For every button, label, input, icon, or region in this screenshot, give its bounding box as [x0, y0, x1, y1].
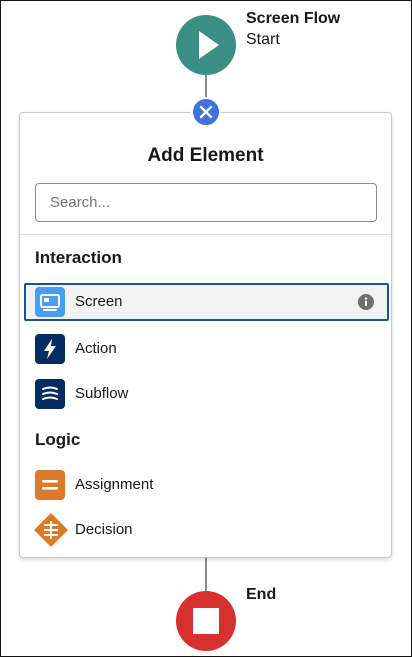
close-add-element-button[interactable]	[191, 97, 221, 127]
element-item-label: Subflow	[75, 385, 129, 402]
close-icon	[199, 105, 213, 119]
element-item-action[interactable]: Action	[24, 330, 389, 368]
decision-icon	[33, 512, 69, 548]
start-node[interactable]	[176, 15, 236, 75]
section-title-interaction: Interaction	[35, 248, 122, 267]
element-item-label: Action	[75, 340, 117, 357]
start-node-subtitle: Start	[246, 31, 280, 48]
element-item-label: Assignment	[75, 476, 154, 493]
end-node-title: End	[246, 586, 277, 603]
panel-divider	[20, 234, 391, 235]
lightning-icon	[35, 334, 65, 364]
panel-title: Add Element	[147, 145, 264, 166]
element-item-decision[interactable]: Decision	[24, 511, 389, 549]
search-input[interactable]	[35, 183, 377, 222]
screen-icon	[35, 287, 65, 317]
connector-bottom	[205, 557, 207, 592]
element-item-assignment[interactable]: Assignment	[24, 466, 389, 504]
stop-icon	[193, 608, 219, 634]
play-icon	[199, 31, 219, 59]
element-item-label: Screen	[75, 293, 123, 310]
add-element-panel: Add Element Interaction Screen	[19, 112, 392, 558]
flow-canvas: Screen Flow Start Add Element Interactio…	[0, 0, 412, 657]
element-item-subflow[interactable]: Subflow	[24, 375, 389, 413]
subflow-icon	[35, 379, 65, 409]
end-node[interactable]	[176, 591, 236, 651]
section-title-logic: Logic	[35, 430, 81, 449]
element-item-label: Decision	[75, 521, 133, 538]
assignment-icon	[35, 470, 65, 500]
element-item-screen[interactable]: Screen	[24, 283, 389, 321]
info-icon[interactable]	[358, 294, 374, 310]
start-node-title: Screen Flow	[246, 10, 341, 27]
connector-top	[205, 75, 207, 99]
